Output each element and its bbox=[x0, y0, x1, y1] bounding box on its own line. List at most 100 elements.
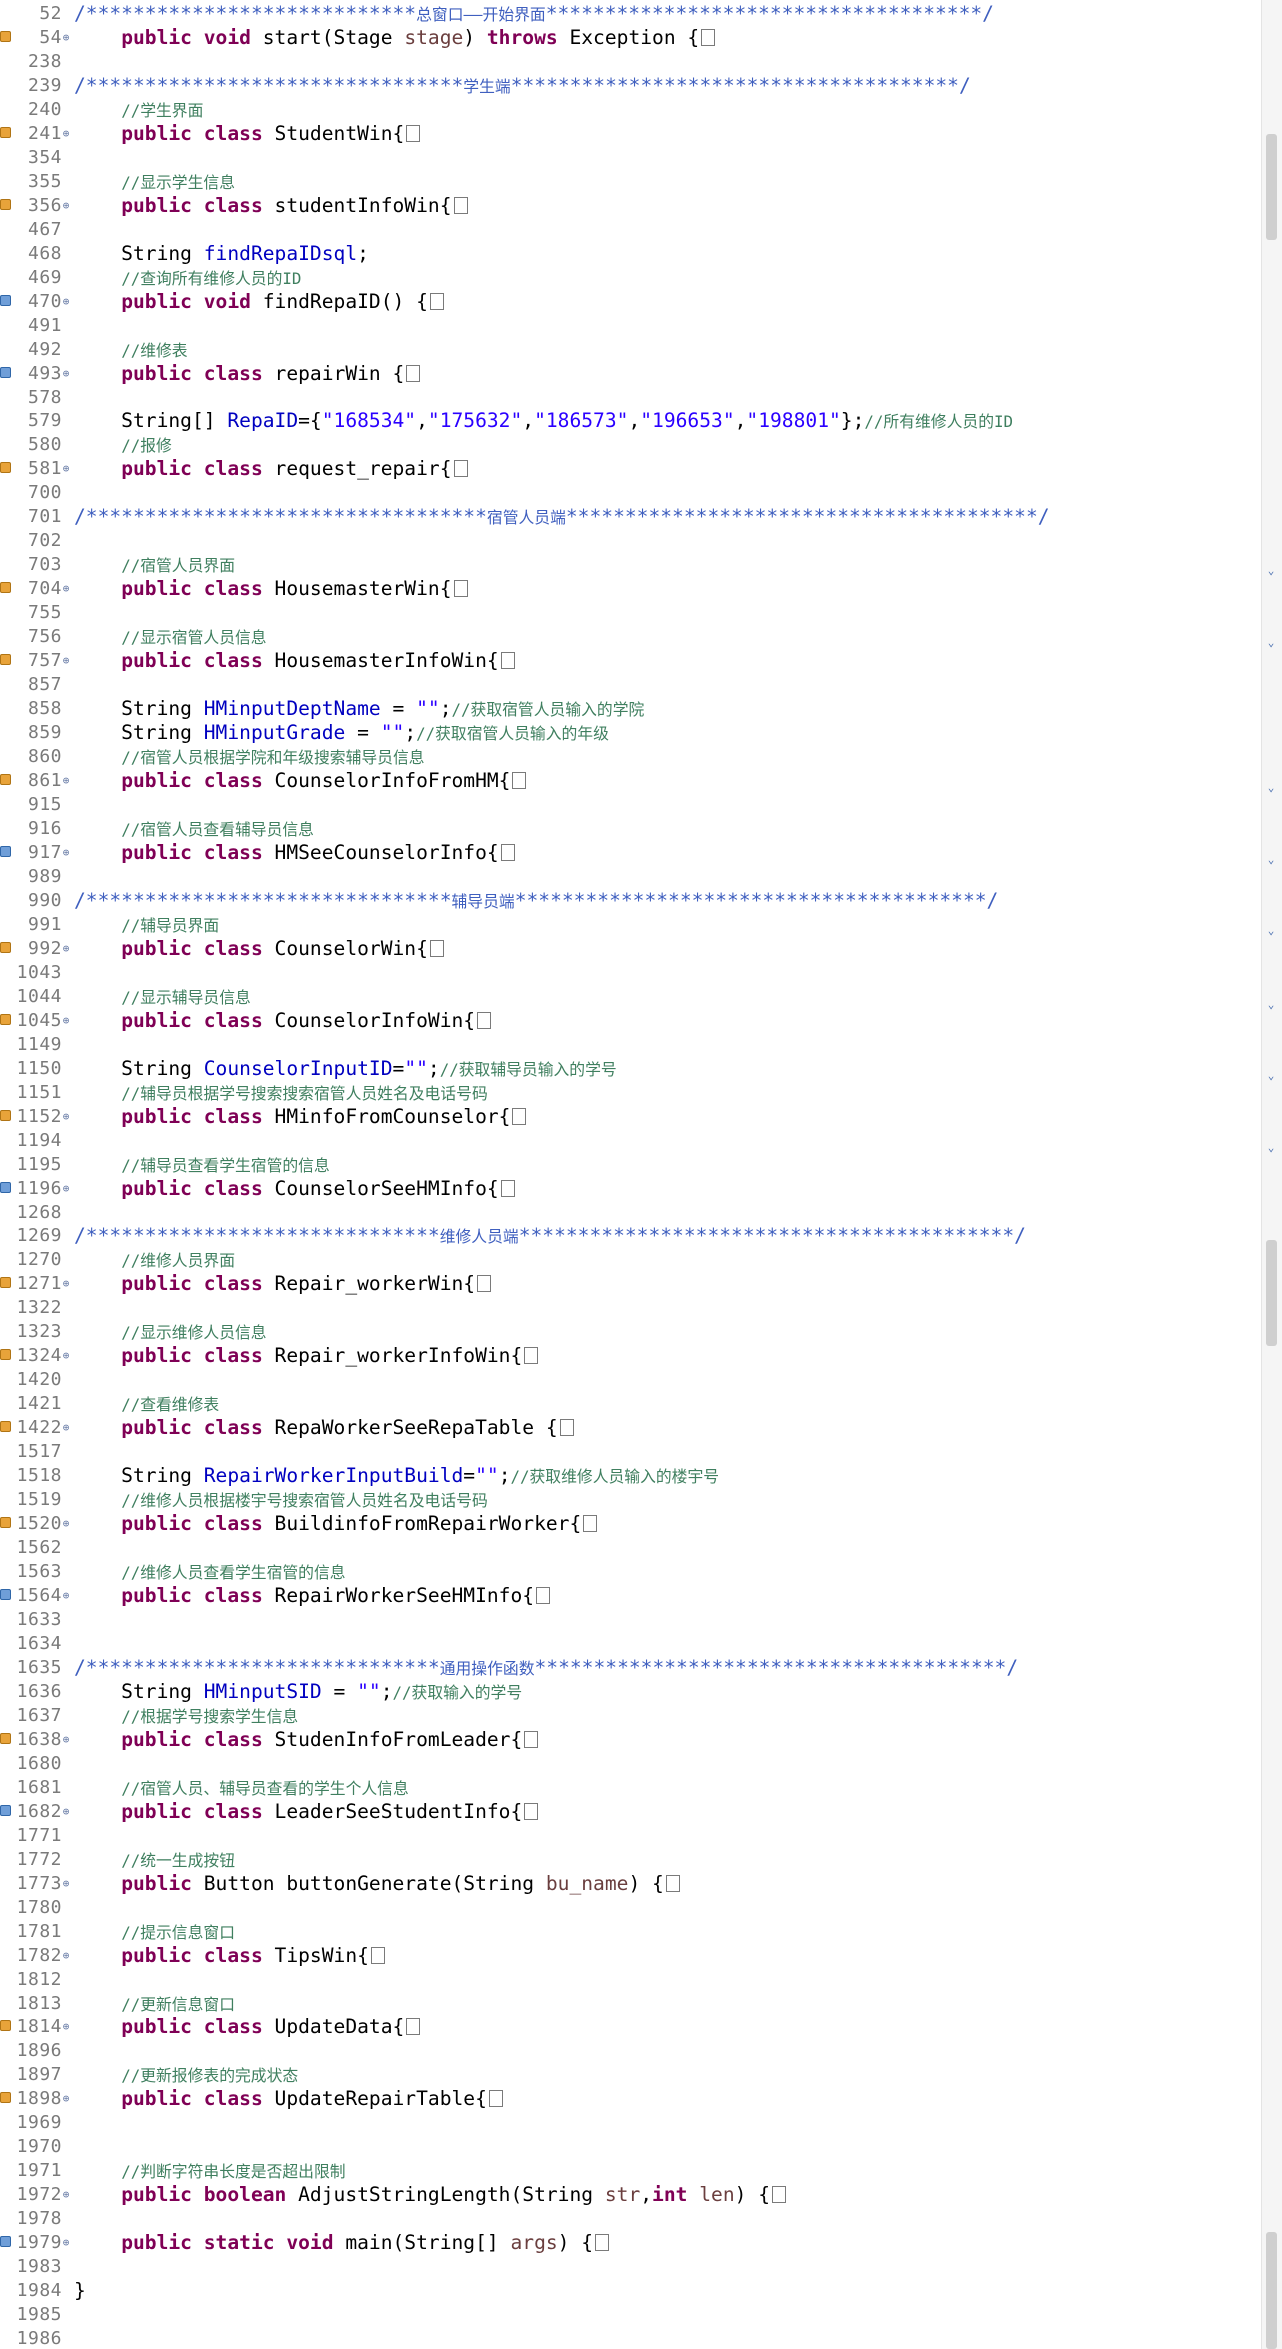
code-line[interactable]: 860 //宿管人员根据学院和年级搜索辅导员信息 bbox=[0, 745, 1262, 769]
code-line[interactable]: 356 ⊕ public class studentInfoWin{ bbox=[0, 194, 1262, 218]
code-line[interactable]: 1637 //根据学号搜索学生信息 bbox=[0, 1704, 1262, 1728]
code-line[interactable]: 701 /**********************************宿管… bbox=[0, 505, 1262, 529]
code-line[interactable]: 1421 //查看维修表 bbox=[0, 1392, 1262, 1416]
code-line[interactable]: 1896 bbox=[0, 2039, 1262, 2063]
fold-toggle-icon[interactable]: ⊕ bbox=[62, 367, 70, 380]
code-line[interactable]: 1420 bbox=[0, 1368, 1262, 1392]
overview-marker-icon[interactable]: ⌄ bbox=[1264, 1142, 1278, 1153]
code-line[interactable]: 1773 ⊕ public Button buttonGenerate(Strin… bbox=[0, 1872, 1262, 1896]
fold-toggle-icon[interactable]: ⊕ bbox=[62, 2237, 70, 2249]
code-line[interactable]: 1562 bbox=[0, 1536, 1262, 1560]
code-line[interactable]: 1898 ⊕ public class UpdateRepairTable{ bbox=[0, 2087, 1262, 2111]
fold-toggle-icon[interactable]: ⊕ bbox=[62, 1518, 70, 1530]
code-line[interactable]: 1814 ⊕ public class UpdateData{ bbox=[0, 2015, 1262, 2039]
code-line[interactable]: 1682 ⊕ public class LeaderSeeStudentInfo{ bbox=[0, 1800, 1262, 1824]
code-line[interactable]: 468 String findRepaIDsql; bbox=[0, 242, 1262, 266]
folded-block-icon[interactable] bbox=[406, 364, 421, 382]
code-line[interactable]: 241 ⊕ public class StudentWin{ bbox=[0, 122, 1262, 146]
overview-marker-icon[interactable]: ⌄ bbox=[1264, 637, 1278, 648]
code-line[interactable]: 1196 ⊕ public class CounselorSeeHMInfo{ bbox=[0, 1177, 1262, 1201]
code-line[interactable]: 704 ⊕ public class HousemasterWin{ bbox=[0, 577, 1262, 601]
folded-block-icon[interactable] bbox=[477, 1275, 492, 1293]
code-line[interactable]: 1638 ⊕ public class StudenInfoFromLeader{ bbox=[0, 1728, 1262, 1752]
fold-toggle-icon[interactable]: ⊕ bbox=[62, 1278, 70, 1290]
fold-toggle-icon[interactable]: ⊕ bbox=[62, 942, 70, 955]
code-line[interactable]: 702 bbox=[0, 529, 1262, 553]
folded-block-icon[interactable] bbox=[512, 772, 527, 790]
folded-block-icon[interactable] bbox=[665, 1874, 680, 1892]
code-line[interactable]: 470 ⊕ public void findRepaID() { bbox=[0, 290, 1262, 314]
folded-block-icon[interactable] bbox=[477, 1011, 492, 1029]
fold-toggle-icon[interactable]: ⊕ bbox=[62, 31, 70, 44]
code-line[interactable]: 1149 bbox=[0, 1033, 1262, 1057]
folded-block-icon[interactable] bbox=[583, 1515, 598, 1533]
code-line[interactable]: 1271 ⊕ public class Repair_workerWin{ bbox=[0, 1272, 1262, 1296]
code-line[interactable]: 755 bbox=[0, 601, 1262, 625]
code-line[interactable]: 1978 bbox=[0, 2207, 1262, 2231]
fold-toggle-icon[interactable]: ⊕ bbox=[62, 199, 70, 212]
fold-toggle-icon[interactable]: ⊕ bbox=[62, 1182, 70, 1195]
fold-toggle-icon[interactable]: ⊕ bbox=[62, 1877, 70, 1890]
code-line[interactable]: 858 String HMinputDeptName = "";//获取宿管人员… bbox=[0, 697, 1262, 721]
fold-toggle-icon[interactable]: ⊕ bbox=[62, 2189, 70, 2201]
code-line[interactable]: 1517 bbox=[0, 1440, 1262, 1464]
folded-block-icon[interactable] bbox=[488, 2090, 503, 2108]
code-line[interactable]: 1323 //显示维修人员信息 bbox=[0, 1320, 1262, 1344]
code-line[interactable]: 469 //查询所有维修人员的ID bbox=[0, 266, 1262, 290]
code-line[interactable]: 1270 //维修人员界面 bbox=[0, 1248, 1262, 1272]
fold-toggle-icon[interactable]: ⊕ bbox=[62, 295, 70, 308]
scrollbar-thumb-top[interactable] bbox=[1266, 134, 1277, 240]
folded-block-icon[interactable] bbox=[701, 28, 716, 46]
code-line[interactable]: 1564 ⊕ public class RepairWorkerSeeHMInfo… bbox=[0, 1584, 1262, 1608]
folded-block-icon[interactable] bbox=[370, 1946, 385, 1964]
code-line[interactable]: 54 ⊕ public void start(Stage stage) throw… bbox=[0, 26, 1262, 50]
code-line[interactable]: 1152 ⊕ public class HMinfoFromCounselor{ bbox=[0, 1105, 1262, 1129]
overview-marker-icon[interactable]: ⌄ bbox=[1264, 782, 1278, 793]
overview-marker-icon[interactable]: ⌄ bbox=[1264, 1070, 1278, 1081]
code-line[interactable]: 990 /*******************************辅导员端*… bbox=[0, 889, 1262, 913]
code-line[interactable]: 1043 bbox=[0, 961, 1262, 985]
fold-toggle-icon[interactable]: ⊕ bbox=[62, 1805, 70, 1818]
fold-toggle-icon[interactable]: ⊕ bbox=[62, 1590, 70, 1602]
code-line[interactable]: 1269 /******************************维修人员端… bbox=[0, 1224, 1262, 1248]
folded-block-icon[interactable] bbox=[406, 2018, 421, 2036]
folded-block-icon[interactable] bbox=[512, 1107, 527, 1125]
fold-toggle-icon[interactable]: ⊕ bbox=[62, 463, 70, 475]
code-line[interactable]: 1636 String HMinputSID = "";//获取输入的学号 bbox=[0, 1680, 1262, 1704]
folded-block-icon[interactable] bbox=[559, 1419, 574, 1437]
code-line[interactable]: 355 //显示学生信息 bbox=[0, 170, 1262, 194]
code-line[interactable]: 916 //宿管人员查看辅导员信息 bbox=[0, 817, 1262, 841]
code-line[interactable]: 1781 //提示信息窗口 bbox=[0, 1920, 1262, 1944]
code-line[interactable]: 1520 ⊕ public class BuildinfoFromRepairWo… bbox=[0, 1512, 1262, 1536]
folded-block-icon[interactable] bbox=[429, 939, 444, 957]
code-line[interactable]: 1771 bbox=[0, 1824, 1262, 1848]
code-line[interactable]: 700 bbox=[0, 481, 1262, 505]
code-line[interactable]: 1563 //维修人员查看学生宿管的信息 bbox=[0, 1560, 1262, 1584]
code-line[interactable]: 1782 ⊕ public class TipsWin{ bbox=[0, 1944, 1262, 1968]
overview-marker-icon[interactable]: ⌄ bbox=[1264, 999, 1278, 1010]
code-line[interactable]: 579 String[] RepaID={"168534","175632","… bbox=[0, 409, 1262, 433]
code-line[interactable]: 992 ⊕ public class CounselorWin{ bbox=[0, 937, 1262, 961]
code-line[interactable]: 1194 bbox=[0, 1129, 1262, 1153]
folded-block-icon[interactable] bbox=[453, 460, 468, 478]
folded-block-icon[interactable] bbox=[524, 1730, 539, 1748]
code-line[interactable]: 240 //学生界面 bbox=[0, 98, 1262, 122]
code-line[interactable]: 1680 bbox=[0, 1752, 1262, 1776]
code-line[interactable]: 917 ⊕ public class HMSeeCounselorInfo{ bbox=[0, 841, 1262, 865]
folded-block-icon[interactable] bbox=[500, 843, 515, 861]
folded-block-icon[interactable] bbox=[772, 2186, 787, 2204]
code-line[interactable]: 578 bbox=[0, 386, 1262, 410]
code-line[interactable]: 861 ⊕ public class CounselorInfoFromHM{ bbox=[0, 769, 1262, 793]
code-line[interactable]: 1971 //判断字符串长度是否超出限制 bbox=[0, 2159, 1262, 2183]
folded-block-icon[interactable] bbox=[595, 2234, 610, 2252]
scrollbar-thumb-bottom[interactable] bbox=[1266, 2232, 1277, 2349]
overview-marker-icon[interactable]: ⌄ bbox=[1264, 925, 1278, 936]
folded-block-icon[interactable] bbox=[406, 124, 421, 142]
code-line[interactable]: 581 ⊕ public class request_repair{ bbox=[0, 457, 1262, 481]
code-line[interactable]: 1195 //辅导员查看学生宿管的信息 bbox=[0, 1153, 1262, 1177]
fold-toggle-icon[interactable]: ⊕ bbox=[62, 2093, 70, 2105]
code-editor[interactable]: 52 /****************************总窗口——开始界面… bbox=[0, 0, 1262, 2349]
fold-toggle-icon[interactable]: ⊕ bbox=[62, 1422, 70, 1434]
code-line[interactable]: 1422 ⊕ public class RepaWorkerSeeRepaTabl… bbox=[0, 1416, 1262, 1440]
code-line[interactable]: 580 //报修 bbox=[0, 433, 1262, 457]
